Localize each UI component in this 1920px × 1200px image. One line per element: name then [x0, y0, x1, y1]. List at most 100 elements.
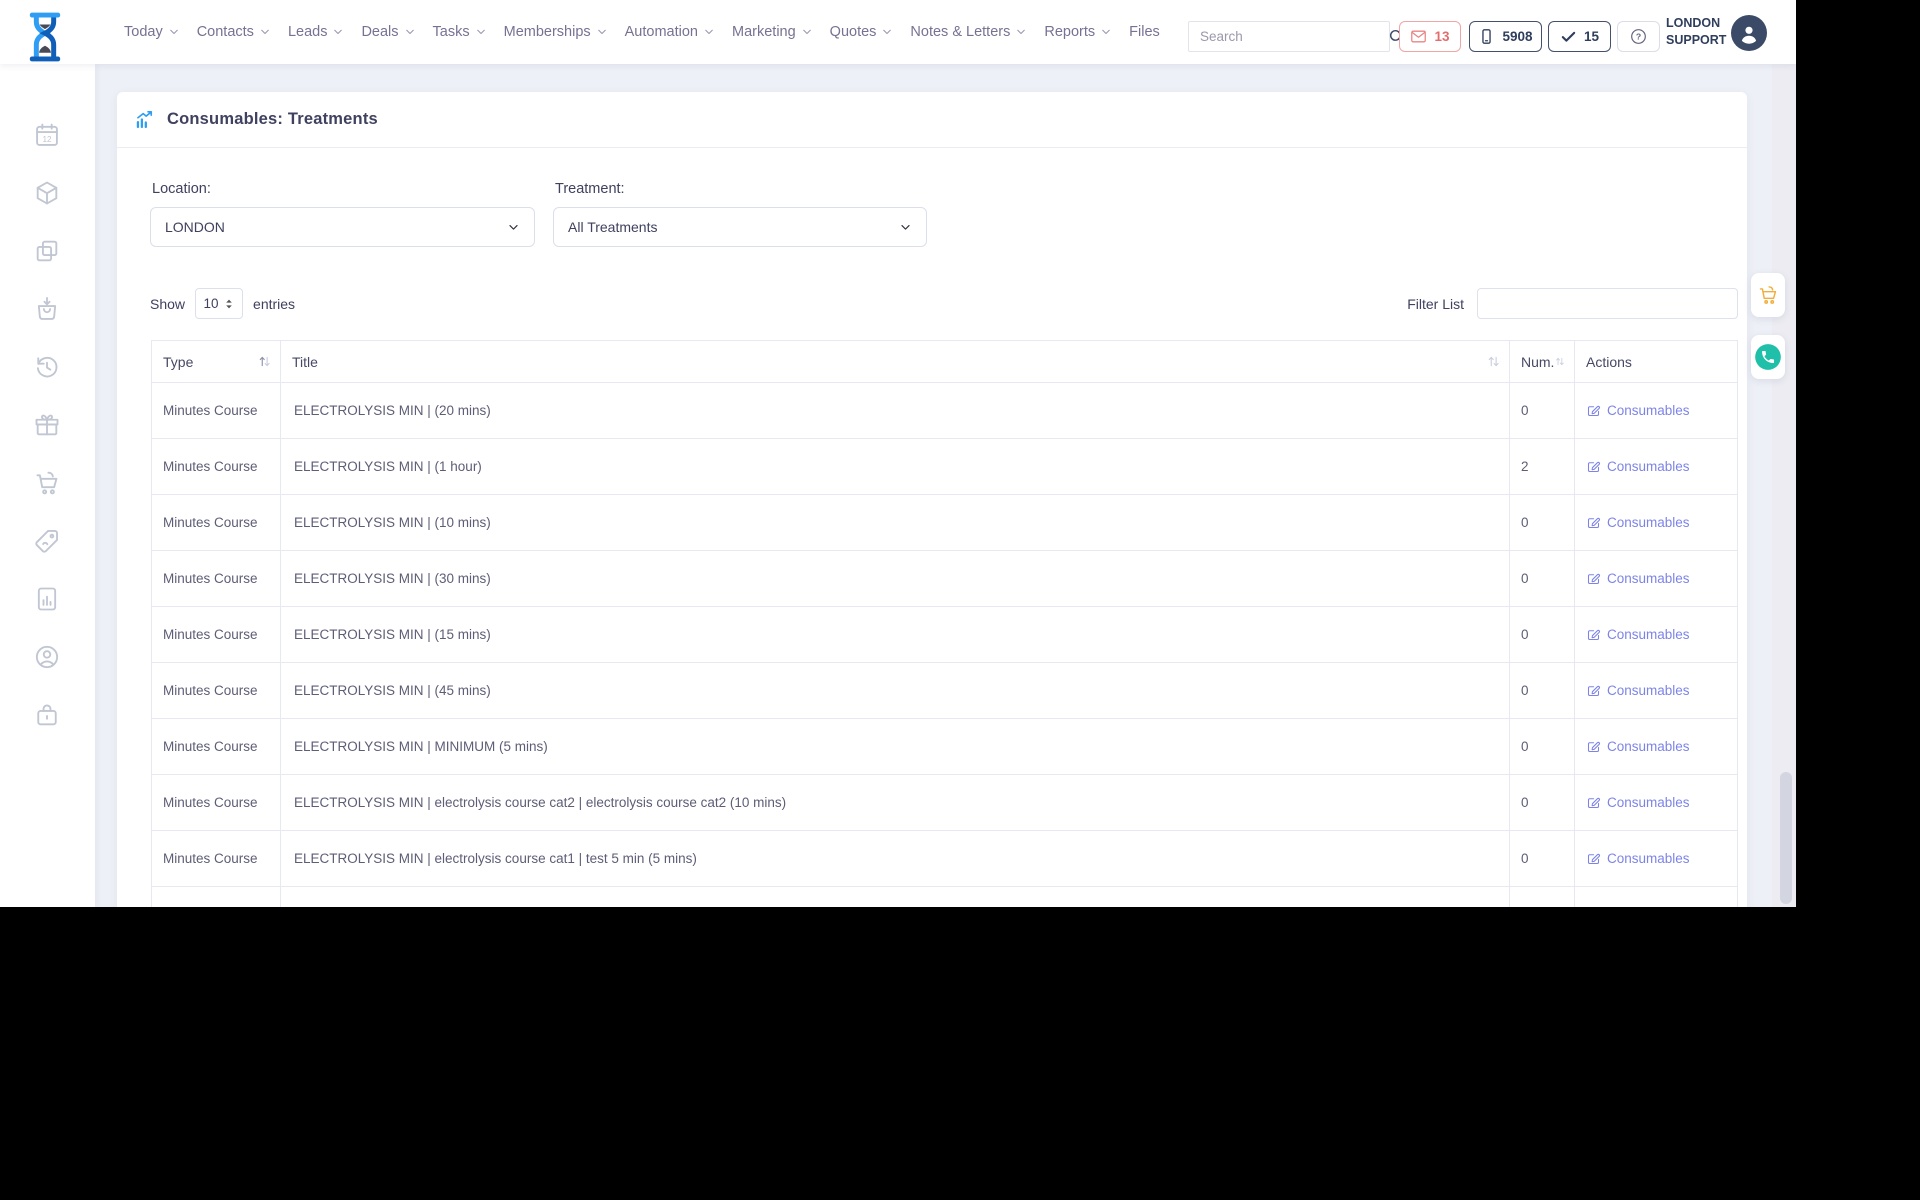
report-icon[interactable]: [33, 585, 61, 613]
consumables-link[interactable]: Consumables: [1586, 515, 1690, 530]
column-header-title[interactable]: Title: [281, 341, 1510, 383]
card-header: Consumables: Treatments: [117, 92, 1747, 148]
nav-item-contacts[interactable]: Contacts: [197, 24, 271, 40]
cell-num: 0: [1510, 831, 1575, 887]
cell-title: ELECTROLYSIS MIN | MINIMUM (5 mins): [281, 719, 1510, 775]
filter-list-input[interactable]: [1477, 288, 1738, 319]
svg-text:?: ?: [1636, 32, 1641, 42]
consumables-link[interactable]: Consumables: [1586, 851, 1690, 866]
cell-actions: Consumables: [1575, 551, 1737, 607]
table-row: Minutes Course ELECTROLYSIS MIN | (15 min…: [152, 607, 1737, 663]
help-button[interactable]: ?: [1617, 21, 1660, 52]
nav-item-files[interactable]: Files: [1129, 24, 1160, 40]
column-header-type[interactable]: Type: [152, 341, 281, 383]
mail-badge[interactable]: 13: [1399, 21, 1461, 52]
table-row: Minutes Course ELECTROLYSIS MIN | (30 min…: [152, 551, 1737, 607]
cell-type: Minutes Course: [152, 607, 281, 663]
nav-item-label: Contacts: [196, 24, 254, 40]
nav-item-tasks[interactable]: Tasks: [433, 24, 487, 40]
nav-item-reports[interactable]: Reports: [1044, 24, 1112, 40]
whatsapp-floating-button[interactable]: [1751, 335, 1785, 379]
scrollbar-thumb[interactable]: [1780, 772, 1792, 904]
whatsapp-icon: [1754, 343, 1782, 371]
nav-item-label: Notes & Letters: [910, 24, 1011, 40]
nav-item-automation[interactable]: Automation: [625, 24, 715, 40]
cart-icon[interactable]: [33, 469, 61, 497]
nav-item-label: Today: [124, 24, 163, 40]
copy-icon[interactable]: [33, 237, 61, 265]
cell-title: ELECTROLYSIS MIN | (30 mins): [281, 551, 1510, 607]
search-input[interactable]: [1189, 29, 1388, 44]
cell-num: 0: [1510, 607, 1575, 663]
nav-item-deals[interactable]: Deals: [361, 24, 415, 40]
edit-icon: [1586, 403, 1601, 418]
spinner-icon: [223, 297, 235, 311]
consumables-link[interactable]: Consumables: [1586, 403, 1690, 418]
table-row: Minutes Course ELECTROLYSIS MIN | electro…: [152, 775, 1737, 831]
table-row: Minutes Course ELECTROLYSIS MIN | (10 min…: [152, 495, 1737, 551]
cell-type: Minutes Course: [152, 719, 281, 775]
nav-item-memberships[interactable]: Memberships: [504, 24, 608, 40]
app-window: Today Contacts Leads Deals Tasks Memberships A…: [0, 0, 1796, 907]
table-row: Minutes Course ELECTROLYSIS MIN | MINIMUM…: [152, 719, 1737, 775]
edit-icon: [1586, 739, 1601, 754]
user-avatar-icon: [1737, 21, 1761, 45]
nav-item-label: Deals: [361, 24, 399, 40]
tasks-badge[interactable]: 15: [1548, 21, 1611, 52]
treatment-select[interactable]: All Treatments: [553, 207, 927, 247]
consumables-link[interactable]: Consumables: [1586, 627, 1690, 642]
consumables-link[interactable]: Consumables: [1586, 459, 1690, 474]
cart-icon: [1757, 284, 1779, 306]
cell-actions: Consumables: [1575, 663, 1737, 719]
nav-item-quotes[interactable]: Quotes: [830, 24, 894, 40]
cell-num: 0: [1510, 551, 1575, 607]
cell-type: Minutes Course: [152, 551, 281, 607]
cell-actions: Consumables: [1575, 383, 1737, 439]
cube-icon[interactable]: [33, 179, 61, 207]
consumables-link[interactable]: Consumables: [1586, 683, 1690, 698]
column-header-num[interactable]: Num.: [1510, 341, 1575, 383]
price-tag-icon[interactable]: [33, 527, 61, 555]
location-label: Location:: [152, 181, 211, 197]
show-label: Show: [150, 295, 186, 312]
phone-badge[interactable]: 5908: [1469, 21, 1542, 52]
nav-item-today[interactable]: Today: [124, 24, 180, 40]
cell-type: Minutes Course: [152, 495, 281, 551]
entries-label: entries: [253, 295, 296, 312]
cell-title: [281, 887, 1510, 907]
nav-item-marketing[interactable]: Marketing: [732, 24, 813, 40]
cell-num: 0: [1510, 383, 1575, 439]
nav-item-notes-letters[interactable]: Notes & Letters: [910, 24, 1027, 40]
location-select[interactable]: LONDON: [150, 207, 535, 247]
table-row: Minutes Course ELECTROLYSIS MIN | (20 min…: [152, 383, 1737, 439]
location-value: LONDON: [165, 219, 225, 235]
chevron-down-icon: [475, 26, 487, 38]
consumables-link[interactable]: Consumables: [1586, 571, 1690, 586]
calendar-icon[interactable]: 12: [33, 121, 61, 149]
gift-icon[interactable]: [33, 411, 61, 439]
cell-actions: Consumables: [1575, 831, 1737, 887]
filter-list-label: Filter List: [1407, 295, 1464, 312]
cell-actions: Consumables: [1575, 607, 1737, 663]
treatment-label: Treatment:: [555, 181, 625, 197]
consumables-link[interactable]: Consumables: [1586, 795, 1690, 810]
basket-floating-button[interactable]: [1751, 273, 1785, 317]
chevron-down-icon: [1015, 26, 1027, 38]
lock-icon[interactable]: [33, 701, 61, 729]
cell-num: [1510, 887, 1575, 907]
user-avatar[interactable]: [1731, 15, 1767, 51]
hourglass-logo[interactable]: [21, 11, 69, 63]
consumables-link[interactable]: Consumables: [1586, 739, 1690, 754]
table-row: [152, 887, 1737, 907]
page-size-select[interactable]: 10: [195, 288, 244, 319]
chart-increase-icon: [134, 109, 155, 130]
account-icon[interactable]: [33, 643, 61, 671]
filter-list-control: Filter List: [1407, 288, 1738, 319]
cell-actions: Consumables: [1575, 775, 1737, 831]
history-icon[interactable]: [33, 353, 61, 381]
mobile-icon: [1478, 28, 1495, 45]
treatments-table: Type Title Num. Actions Minutes Course EL…: [151, 340, 1738, 907]
nav-item-leads[interactable]: Leads: [288, 24, 345, 40]
bag-receive-icon[interactable]: [33, 295, 61, 323]
nav-item-label: Tasks: [432, 24, 470, 40]
